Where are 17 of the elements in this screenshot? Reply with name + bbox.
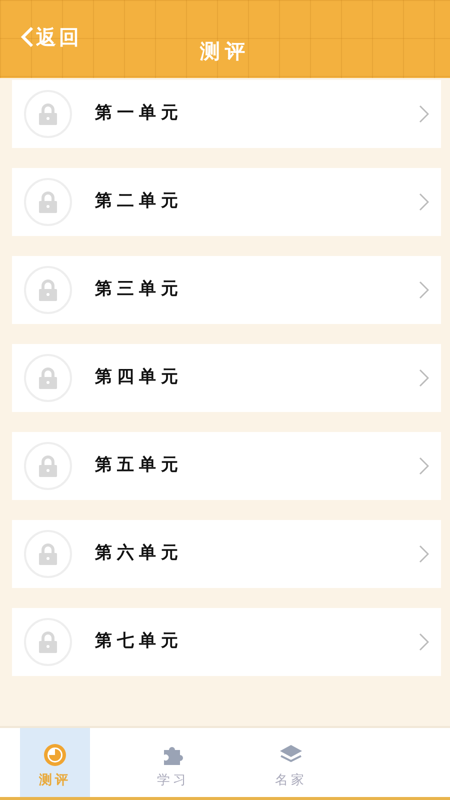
page-title: 测评 xyxy=(200,38,250,65)
chevron-icon xyxy=(419,281,429,299)
unit-item[interactable]: 第五单元 xyxy=(12,432,441,500)
chevron-icon xyxy=(419,545,429,563)
chevron-icon xyxy=(419,457,429,475)
chevron-icon xyxy=(419,369,429,387)
chevron-icon xyxy=(419,633,429,651)
unit-item[interactable]: 第六单元 xyxy=(12,520,441,588)
clock-icon xyxy=(43,742,67,767)
unit-item[interactable]: 第二单元 xyxy=(12,168,441,236)
unit-item[interactable]: 第四单元 xyxy=(12,344,441,412)
back-icon xyxy=(20,26,34,48)
unit-item[interactable]: 第七单元 xyxy=(12,608,441,676)
chevron-icon xyxy=(419,105,429,123)
chevron-icon xyxy=(419,193,429,211)
unit-item[interactable]: 第一单元 xyxy=(12,80,441,148)
unit-item[interactable]: 第三单元 xyxy=(12,256,441,324)
